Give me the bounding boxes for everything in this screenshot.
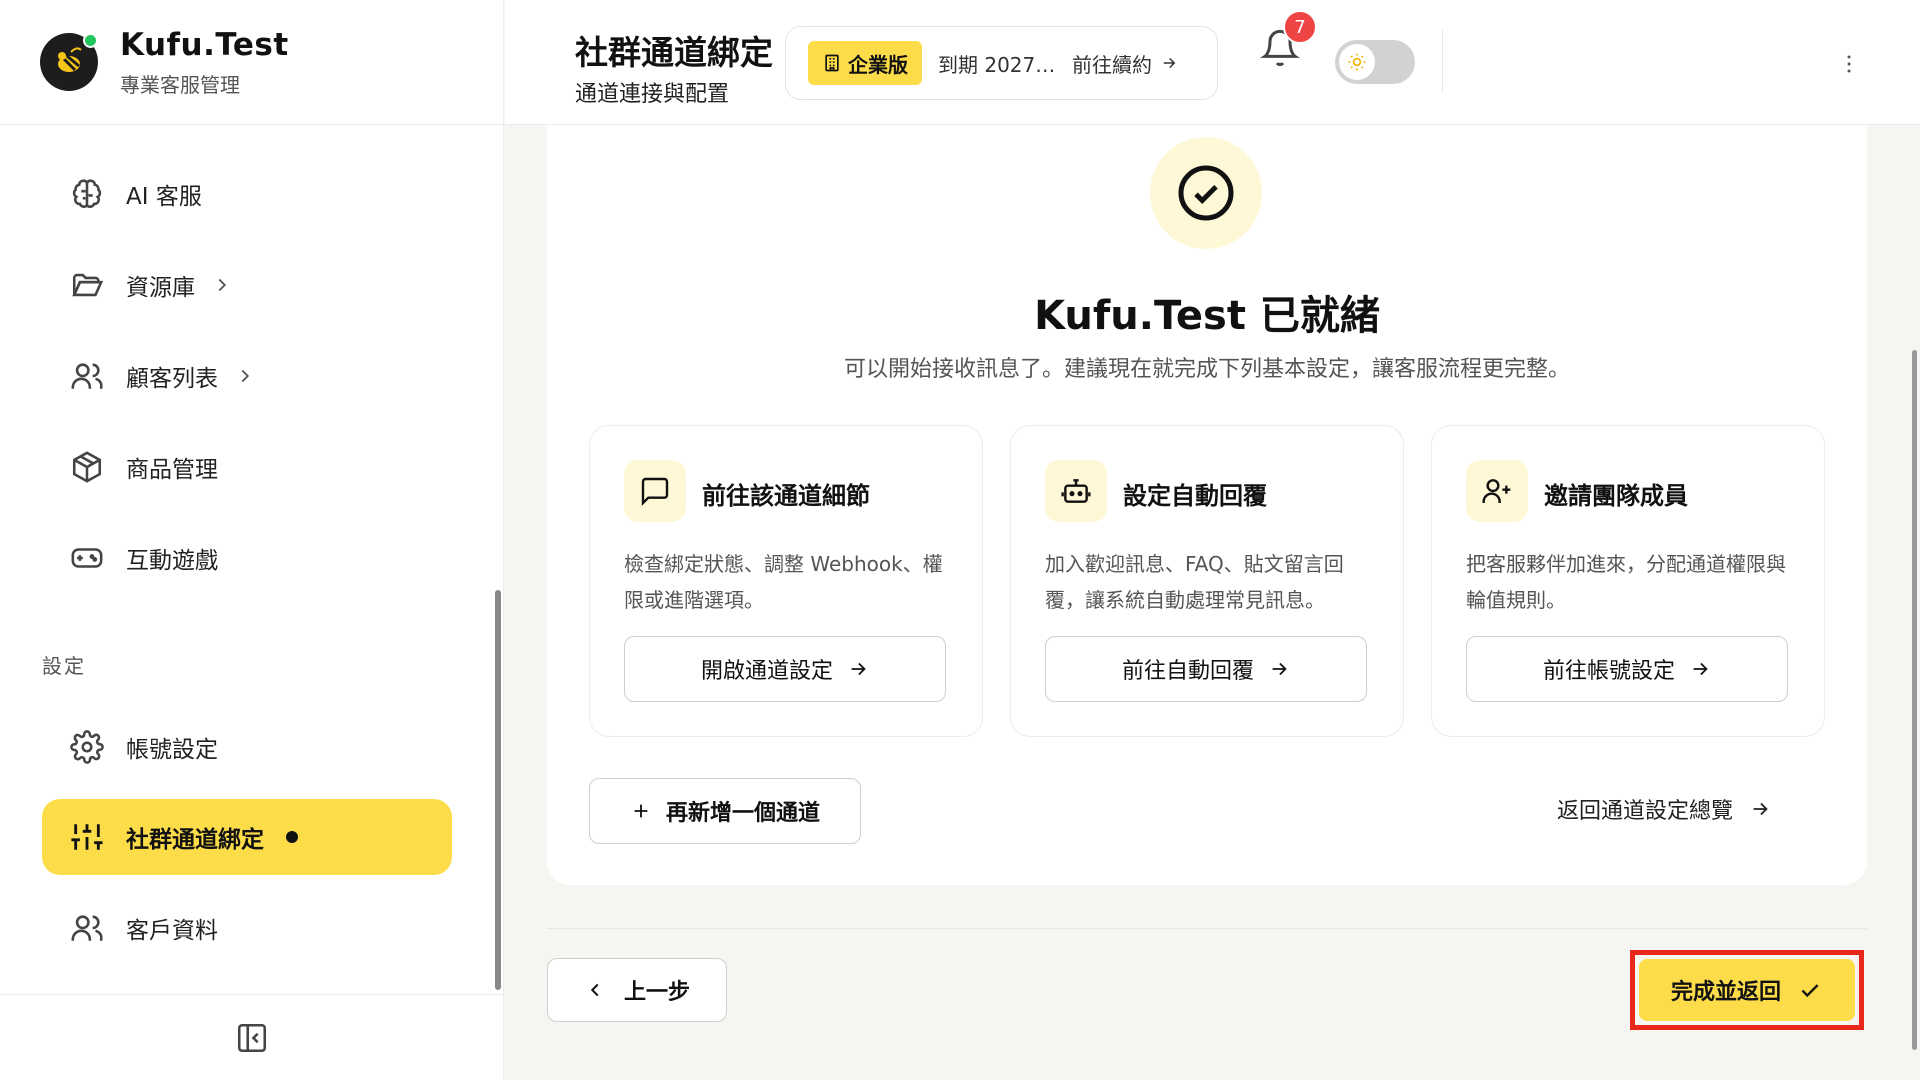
arrow-right-icon: [851, 662, 866, 676]
option-icon-wrap: [624, 460, 686, 522]
button-label: 開啟通道設定: [700, 659, 833, 684]
option-icon-wrap: [1045, 460, 1107, 522]
theme-toggle[interactable]: [1335, 40, 1415, 84]
finish-and-return-button[interactable]: 完成並返回: [1639, 959, 1855, 1021]
option-description: 把客服夥伴加進來，分配通道權限與輪值規則。: [1466, 552, 1786, 612]
chevron-right-icon: [241, 369, 250, 383]
more-vertical-icon[interactable]: [1837, 50, 1861, 78]
sidebar: Kufu.Test 專業客服管理 AI 客服 資源庫 顧客列表 商品管理 互動遊…: [0, 0, 504, 1080]
renew-label: 前往續約: [1072, 52, 1152, 77]
sidebar-item-ai-service[interactable]: AI 客服: [42, 156, 452, 232]
bot-icon: [1061, 479, 1091, 503]
footer-divider: [547, 928, 1867, 929]
option-title: 邀請團隊成員: [1544, 482, 1688, 510]
page-title: 社群通道綁定: [575, 33, 773, 72]
option-icon-wrap: [1466, 460, 1528, 522]
plan-badge-label: 企業版: [848, 52, 908, 77]
gamepad-icon: [71, 548, 103, 568]
sidebar-item-label: 商品管理: [126, 457, 218, 483]
sidebar-item-channel-binding[interactable]: 社群通道綁定: [42, 799, 452, 875]
sidebar-scrollbar[interactable]: [495, 590, 501, 990]
message-square-icon: [641, 477, 669, 506]
user-plus-icon: [1482, 479, 1511, 503]
folder-open-icon: [72, 273, 104, 297]
option-card-invite-team: 邀請團隊成員 把客服夥伴加進來，分配通道權限與輪值規則。 前往帳號設定: [1431, 425, 1825, 737]
arrow-right-icon: [1693, 662, 1708, 676]
main-scrollbar[interactable]: [1912, 350, 1917, 1050]
arrow-right-icon: [1272, 662, 1287, 676]
brand-logo: [40, 33, 98, 91]
page-subtitle: 通道連接與配置: [575, 82, 730, 107]
option-card-auto-reply: 設定自動回覆 加入歡迎訊息、FAQ、貼文留言回覆，讓系統自動處理常見訊息。 前往…: [1010, 425, 1404, 737]
sliders-icon: [71, 824, 103, 850]
sidebar-item-label: 客戶資料: [126, 918, 218, 944]
sidebar-item-label: 互動遊戲: [126, 548, 218, 574]
chevron-right-icon: [218, 278, 227, 292]
renew-link[interactable]: 前往續約: [1072, 49, 1178, 78]
toggle-knob: [1339, 44, 1375, 80]
finish-button-highlight: 完成並返回: [1630, 950, 1864, 1030]
plus-icon: [634, 804, 648, 818]
success-badge: [1150, 137, 1262, 249]
arrow-right-icon: [1753, 802, 1768, 816]
sidebar-item-resources[interactable]: 資源庫: [42, 247, 452, 323]
arrow-right-icon: [1163, 57, 1176, 69]
go-account-settings-button[interactable]: 前往帳號設定: [1466, 636, 1788, 702]
sidebar-footer: [0, 994, 504, 1080]
open-channel-settings-button[interactable]: 開啟通道設定: [624, 636, 946, 702]
ready-subtitle: 可以開始接收訊息了。建議現在就完成下列基本設定，讓客服流程更完整。: [843, 357, 1570, 382]
brand-name: Kufu.Test: [120, 26, 289, 63]
brand-header: Kufu.Test 專業客服管理: [0, 0, 503, 125]
option-description: 加入歡迎訊息、FAQ、貼文留言回覆，讓系統自動處理常見訊息。: [1045, 552, 1344, 612]
top-header: 社群通道綁定 通道連接與配置 企業版 到期 2027… 前往續約 7: [505, 0, 1920, 125]
option-card-channel-details: 前往該通道細節 檢查綁定狀態、調整 Webhook、權限或進階選項。 開啟通道設…: [589, 425, 983, 737]
brand-subtitle: 專業客服管理: [120, 72, 240, 97]
completion-card: Kufu.Test 已就緒 可以開始接收訊息了。建議現在就完成下列基本設定，讓客…: [547, 125, 1867, 885]
sidebar-item-label: 社群通道綁定: [126, 827, 264, 853]
sidebar-item-account-settings[interactable]: 帳號設定: [42, 709, 452, 785]
users-icon: [71, 363, 103, 389]
button-label: 前往帳號設定: [1542, 659, 1675, 684]
active-indicator-dot: [286, 831, 298, 843]
sidebar-item-games[interactable]: 互動遊戲: [42, 520, 452, 596]
header-divider: [1442, 30, 1443, 92]
plan-status-box: 企業版 到期 2027… 前往續約: [785, 26, 1218, 100]
button-label: 上一步: [623, 980, 690, 1005]
sun-icon: [1348, 53, 1366, 71]
bee-logo-icon: [58, 47, 82, 72]
button-label: 前往自動回覆: [1121, 659, 1254, 684]
brain-icon: [72, 179, 102, 208]
button-label: 完成並返回: [1670, 980, 1781, 1005]
sidebar-collapse-icon[interactable]: [235, 1021, 269, 1055]
gear-icon: [70, 730, 104, 764]
sidebar-item-label: 帳號設定: [126, 737, 218, 763]
sidebar-item-label: 顧客列表: [126, 366, 218, 392]
online-status-dot: [83, 33, 98, 48]
sidebar-item-products[interactable]: 商品管理: [42, 429, 452, 505]
link-label: 返回通道設定總覽: [1557, 799, 1734, 824]
check-icon: [1801, 984, 1819, 998]
sidebar-item-label: 資源庫: [126, 275, 195, 301]
sidebar-section-settings: 設定: [42, 654, 86, 678]
plan-expiry: 到期 2027…: [938, 52, 1054, 77]
button-label: 再新增一個通道: [665, 801, 820, 826]
chevron-left-icon: [590, 983, 599, 997]
building-icon: [825, 54, 839, 72]
option-title: 設定自動回覆: [1123, 482, 1267, 510]
sidebar-item-customers[interactable]: 顧客列表: [42, 338, 452, 414]
go-auto-reply-button[interactable]: 前往自動回覆: [1045, 636, 1367, 702]
package-icon: [72, 451, 102, 483]
previous-step-button[interactable]: 上一步: [547, 958, 727, 1022]
option-title: 前往該通道細節: [702, 482, 870, 510]
add-channel-button[interactable]: 再新增一個通道: [589, 778, 861, 844]
users-icon: [71, 915, 103, 941]
plan-badge: 企業版: [808, 41, 922, 85]
back-to-overview-link[interactable]: 返回通道設定總覽: [1557, 793, 1771, 825]
check-circle-icon: [1178, 165, 1234, 221]
ready-title: Kufu.Test 已就緒: [1034, 293, 1380, 339]
option-description: 檢查綁定狀態、調整 Webhook、權限或進階選項。: [624, 552, 943, 612]
sidebar-item-client-data[interactable]: 客戶資料: [42, 890, 452, 966]
notification-count-badge: 7: [1283, 10, 1317, 44]
sidebar-item-label: AI 客服: [126, 184, 202, 210]
